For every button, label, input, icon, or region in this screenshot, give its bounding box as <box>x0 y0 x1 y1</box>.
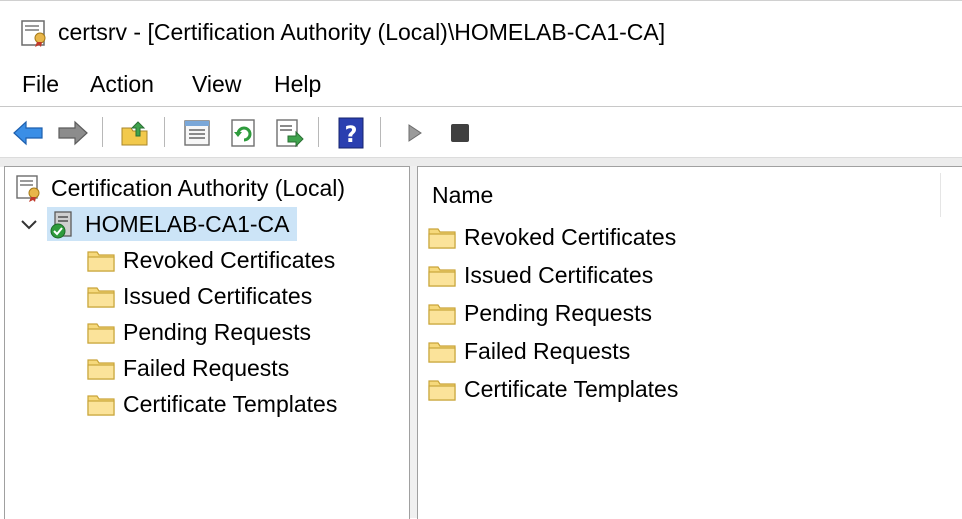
chevron-down-icon[interactable] <box>19 215 39 235</box>
tree-node-pending-requests[interactable]: Pending Requests <box>85 315 311 349</box>
forward-icon <box>58 120 88 146</box>
toolbar-separator <box>318 117 319 147</box>
menu-file[interactable]: File <box>18 70 63 98</box>
back-icon <box>13 120 43 146</box>
tree-label-homelab-ca: HOMELAB-CA1-CA <box>85 210 290 237</box>
back-button[interactable] <box>12 117 44 149</box>
list-item-issued-certificates[interactable]: Issued Certificates <box>426 257 653 293</box>
toolbar-separator <box>164 117 165 147</box>
folder-icon <box>85 352 117 384</box>
list-item-label: Issued Certificates <box>464 261 654 288</box>
folder-icon <box>85 244 117 276</box>
folder-icon <box>85 316 117 348</box>
folder-icon <box>426 373 458 405</box>
column-header-name[interactable]: Name <box>418 167 940 218</box>
list-item-label: Failed Requests <box>464 337 631 364</box>
tree-label: Issued Certificates <box>123 282 313 309</box>
tree-label: Revoked Certificates <box>123 246 336 273</box>
up-one-level-icon <box>121 121 148 146</box>
folder-icon <box>426 297 458 329</box>
window-title: certsrv - [Certification Authority (Loca… <box>58 19 666 45</box>
tree-node-issued-certificates[interactable]: Issued Certificates <box>85 279 312 313</box>
stop-service-icon <box>451 124 469 142</box>
list-item-revoked-certificates[interactable]: Revoked Certificates <box>426 219 676 255</box>
svg-text:?: ? <box>345 123 358 148</box>
tree-node-homelab-ca[interactable]: HOMELAB-CA1-CA <box>47 207 298 241</box>
properties-button[interactable] <box>181 117 213 149</box>
refresh-icon <box>231 119 255 147</box>
tree-label-root: Certification Authority (Local) <box>51 174 346 201</box>
stop-service-button[interactable] <box>444 117 476 149</box>
menu-action[interactable]: Action <box>86 70 158 98</box>
list-item-certificate-templates[interactable]: Certificate Templates <box>426 371 678 407</box>
menu-bar: File Action View Help <box>0 62 962 107</box>
list-item-pending-requests[interactable]: Pending Requests <box>426 295 652 331</box>
folder-icon <box>426 259 458 291</box>
tree-label: Pending Requests <box>123 318 311 345</box>
tree-label: Certificate Templates <box>123 390 338 417</box>
start-service-icon <box>408 124 422 142</box>
tree-label: Failed Requests <box>123 354 290 381</box>
properties-icon <box>184 120 210 146</box>
menu-help[interactable]: Help <box>270 70 325 98</box>
folder-icon <box>426 221 458 253</box>
title-bar: certsrv - [Certification Authority (Loca… <box>0 0 962 63</box>
export-list-button[interactable] <box>273 117 305 149</box>
list-item-label: Revoked Certificates <box>464 223 677 250</box>
menu-view[interactable]: View <box>188 70 245 98</box>
list-item-label: Pending Requests <box>464 299 652 326</box>
column-divider[interactable] <box>940 173 941 217</box>
tree-node-ca-root[interactable]: Certification Authority (Local) <box>13 171 345 205</box>
results-pane: Name Revoked Certificates Issued Certifi… <box>417 166 962 519</box>
tree-node-failed-requests[interactable]: Failed Requests <box>85 351 289 385</box>
start-service-button[interactable] <box>398 117 430 149</box>
list-item-label: Certificate Templates <box>464 375 679 402</box>
export-list-icon <box>276 119 304 148</box>
help-button[interactable]: ? <box>335 117 367 149</box>
pane-splitter[interactable] <box>410 166 417 518</box>
toolbar-separator <box>102 117 103 147</box>
column-header-label: Name <box>432 182 494 208</box>
certsrv-app-icon <box>20 18 50 48</box>
tree-node-revoked-certificates[interactable]: Revoked Certificates <box>85 243 335 277</box>
refresh-button[interactable] <box>228 117 260 149</box>
folder-icon <box>426 335 458 367</box>
toolbar: ? <box>0 107 962 157</box>
console-tree-pane: Certification Authority (Local) HOMELAB-… <box>4 166 410 519</box>
folder-icon <box>85 388 117 420</box>
forward-button[interactable] <box>57 117 89 149</box>
up-one-level-button[interactable] <box>119 117 151 149</box>
help-icon: ? <box>338 117 364 149</box>
ca-server-icon <box>47 208 79 240</box>
certificate-authority-icon <box>13 172 45 204</box>
list-item-failed-requests[interactable]: Failed Requests <box>426 333 630 369</box>
toolbar-separator <box>380 117 381 147</box>
folder-icon <box>85 280 117 312</box>
tree-node-certificate-templates[interactable]: Certificate Templates <box>85 387 337 421</box>
